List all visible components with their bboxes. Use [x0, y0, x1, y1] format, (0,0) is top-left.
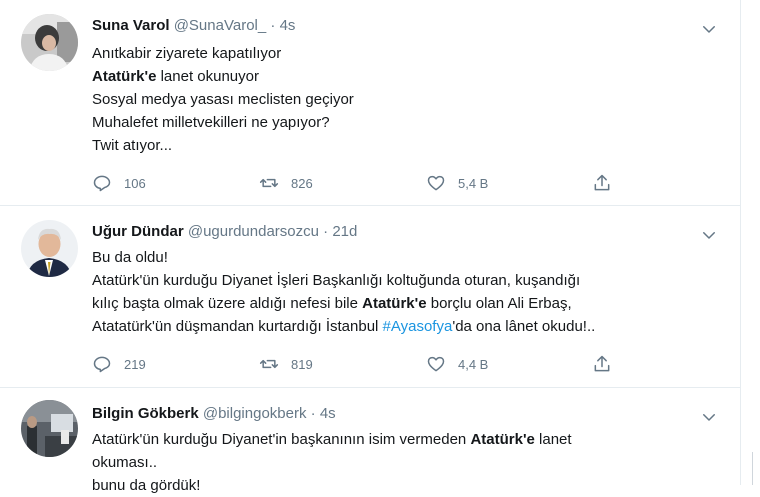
tweet-text: Atatürk'ün kurduğu Diyanet'in başkanının…	[92, 428, 722, 497]
chevron-down-icon[interactable]	[700, 20, 718, 38]
reply-icon	[93, 175, 111, 192]
like-button[interactable]: 4,4 B	[426, 352, 488, 376]
tweet-line: Atatatürk'ün düşmandan kurtardığı İstanb…	[92, 315, 722, 338]
avatar[interactable]	[21, 14, 78, 71]
tweet-actions: 106 826 5,4 B	[92, 171, 632, 195]
tweet-feed: Suna Varol @SunaVarol_ · 4s Anıtkabir zi…	[0, 0, 741, 494]
avatar-image	[21, 220, 78, 277]
reply-icon	[93, 356, 111, 373]
chevron-down-icon[interactable]	[700, 408, 718, 426]
text-span: 'da ona lânet okudu!..	[452, 318, 596, 335]
page-edge	[752, 452, 760, 485]
tweet[interactable]: Uğur Dündar @ugurdundarsozcu · 21d Bu da…	[0, 206, 740, 388]
like-icon	[427, 356, 445, 372]
tweet-line: Atatürk'ün kurduğu Diyanet'in başkanının…	[92, 428, 722, 451]
like-icon	[427, 175, 445, 191]
timestamp[interactable]: 4s	[320, 405, 336, 422]
tweet-header: Bilgin Gökberk @bilgingokberk · 4s	[92, 405, 336, 422]
tweet[interactable]: Bilgin Gökberk @bilgingokberk · 4s Atatü…	[0, 388, 740, 494]
separator: ·	[323, 223, 329, 240]
tweet-line: Twit atıyor...	[92, 137, 173, 154]
tweet-line: Bu da oldu!	[92, 249, 168, 266]
display-name[interactable]: Bilgin Gökberk	[92, 405, 199, 422]
bold-term: Atatürk'e	[92, 68, 157, 85]
share-button[interactable]	[592, 352, 624, 376]
tweet[interactable]: Suna Varol @SunaVarol_ · 4s Anıtkabir zi…	[0, 0, 740, 206]
text-span: Atatatürk'ün düşmandan kurtardığı İstanb…	[92, 318, 383, 335]
separator: ·	[310, 405, 316, 422]
reply-count: 219	[124, 356, 146, 372]
bold-term: Atatürk'e	[470, 431, 535, 448]
tweet-line: bunu da gördük!	[92, 477, 201, 494]
share-icon	[594, 174, 610, 191]
reply-button[interactable]: 106	[92, 171, 146, 195]
like-button[interactable]: 5,4 B	[426, 171, 488, 195]
tweet-header: Suna Varol @SunaVarol_ · 4s	[92, 17, 295, 34]
tweet-line: Muhalefet milletvekilleri ne yapıyor?	[92, 114, 330, 131]
timestamp[interactable]: 21d	[332, 223, 357, 240]
retweet-icon	[259, 359, 279, 369]
like-count: 5,4 B	[458, 175, 489, 191]
timestamp[interactable]: 4s	[280, 17, 296, 34]
retweet-count: 826	[291, 175, 313, 191]
avatar-image	[21, 14, 78, 71]
tweet-line: kılıç başta olmak üzere aldığı nefesi bi…	[92, 292, 722, 315]
tweet-line: Atatürk'e lanet okunuyor	[92, 65, 722, 88]
separator: ·	[270, 17, 276, 34]
tweet-actions: 219 819 4,4 B	[92, 352, 632, 376]
retweet-count: 819	[291, 356, 313, 372]
retweet-button[interactable]: 826	[259, 171, 313, 195]
retweet-icon	[259, 178, 279, 188]
display-name[interactable]: Uğur Dündar	[92, 223, 184, 240]
retweet-button[interactable]: 819	[259, 352, 313, 376]
tweet-line: Sosyal medya yasası meclisten geçiyor	[92, 91, 354, 108]
avatar[interactable]	[21, 400, 78, 457]
hashtag-link[interactable]: #Ayasofya	[383, 318, 453, 335]
text-span: kılıç başta olmak üzere aldığı nefesi bi…	[92, 295, 363, 312]
text-span: borçlu olan Ali Erbaş,	[426, 295, 572, 312]
tweet-line: Atatürk'ün kurduğu Diyanet İşleri Başkan…	[92, 272, 581, 289]
share-icon	[594, 355, 610, 372]
chevron-down-icon[interactable]	[700, 226, 718, 244]
tweet-line: okuması..	[92, 454, 158, 471]
user-handle[interactable]: @ugurdundarsozcu	[188, 223, 319, 240]
text-span: Atatürk'ün kurduğu Diyanet'in başkanının…	[92, 431, 471, 448]
text-span: lanet okunuyor	[156, 68, 259, 85]
avatar-image	[21, 400, 78, 457]
tweet-line: Anıtkabir ziyarete kapatılıyor	[92, 45, 282, 62]
reply-count: 106	[124, 175, 146, 191]
bold-term: Atatürk'e	[362, 295, 427, 312]
share-button[interactable]	[592, 171, 624, 195]
user-handle[interactable]: @bilgingokberk	[203, 405, 307, 422]
user-handle[interactable]: @SunaVarol_	[174, 17, 267, 34]
like-count: 4,4 B	[458, 356, 489, 372]
display-name[interactable]: Suna Varol	[92, 17, 170, 34]
reply-button[interactable]: 219	[92, 352, 146, 376]
text-span: lanet	[534, 431, 572, 448]
avatar[interactable]	[21, 220, 78, 277]
tweet-text: Bu da oldu! Atatürk'ün kurduğu Diyanet İ…	[92, 246, 722, 338]
tweet-header: Uğur Dündar @ugurdundarsozcu · 21d	[92, 223, 357, 240]
tweet-text: Anıtkabir ziyarete kapatılıyor Atatürk'e…	[92, 42, 722, 157]
